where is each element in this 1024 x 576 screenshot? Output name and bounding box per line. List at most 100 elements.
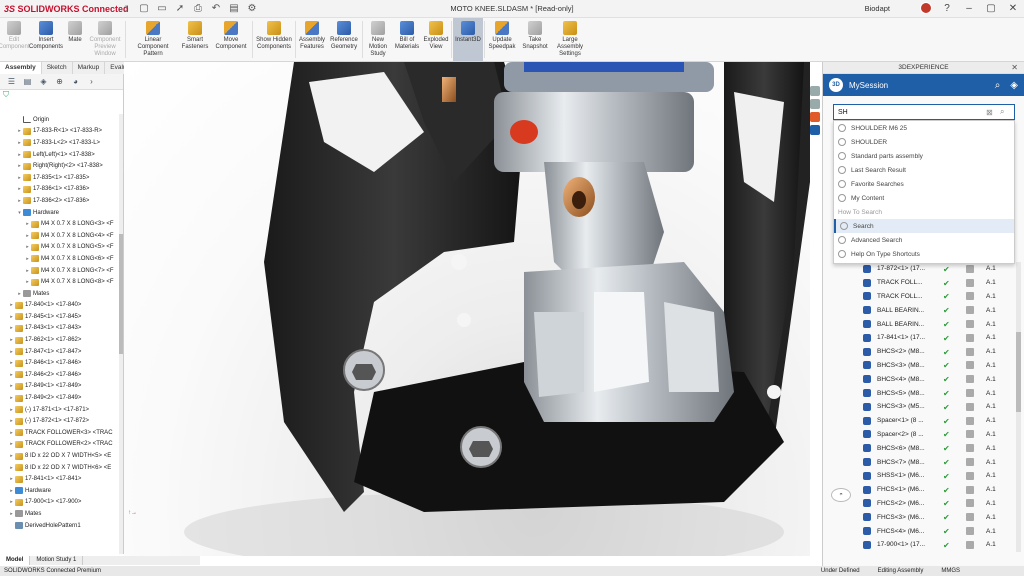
tree-row[interactable]: ▸ 17-841<1> <17-841> xyxy=(0,473,120,485)
lock-icon[interactable] xyxy=(966,458,974,467)
expand-arrow-icon[interactable]: ▸ xyxy=(16,175,23,181)
expand-arrow-icon[interactable]: ▸ xyxy=(8,465,15,471)
dropdown-item[interactable]: SHOULDER xyxy=(834,135,1014,149)
home-icon[interactable]: ⌂ xyxy=(120,3,132,15)
tree-row[interactable]: ▸ 17-835<1> <17-835> xyxy=(0,172,120,184)
list-item[interactable]: FHCS<1> (M6... ✔ A.1 xyxy=(823,483,1024,497)
lock-icon[interactable] xyxy=(966,485,974,494)
configuration-icon[interactable]: ◈ xyxy=(38,76,49,87)
tree-row[interactable]: ▸ M4 X 0.7 X 8 LONG<6> <F xyxy=(0,253,120,265)
dimxpert-icon[interactable]: ⊕ xyxy=(54,76,65,87)
expand-arrow-icon[interactable]: ▾ xyxy=(16,210,23,216)
list-item[interactable]: Spacer<1> (8 ... ✔ A.1 xyxy=(823,414,1024,428)
tree-row[interactable]: ▸ TRACK FOLLOWER<2> <TRAC xyxy=(0,439,120,451)
3dexperience-icon[interactable] xyxy=(810,125,820,135)
tree-row[interactable]: Origin xyxy=(0,114,120,126)
rebuild-icon[interactable]: ▤ xyxy=(228,3,240,15)
minimize-button[interactable]: – xyxy=(962,3,976,14)
lock-icon[interactable] xyxy=(966,540,974,549)
dropdown-item[interactable]: Help On Type Shortcuts xyxy=(834,247,1014,261)
lock-icon[interactable] xyxy=(966,430,974,439)
tree-row[interactable]: ▸ 17-840<1> <17-840> xyxy=(0,300,120,312)
tree-row[interactable]: ▸ 17-833-R<1> <17-833-R> xyxy=(0,126,120,138)
list-scrollbar[interactable] xyxy=(1016,262,1021,552)
dropdown-item[interactable]: Advanced Search xyxy=(834,233,1014,247)
lock-icon[interactable] xyxy=(966,471,974,480)
expand-arrow-icon[interactable]: ▸ xyxy=(24,268,31,274)
ribbon-button[interactable]: Instant3D xyxy=(453,18,483,61)
expand-arrow-icon[interactable]: ▸ xyxy=(24,256,31,262)
expand-arrow-icon[interactable]: ▸ xyxy=(8,476,15,482)
feature-tree-icon[interactable]: ☰ xyxy=(6,76,17,87)
lock-icon[interactable] xyxy=(966,402,974,411)
design-library-icon[interactable] xyxy=(810,99,820,109)
expand-arrow-icon[interactable]: ▸ xyxy=(16,291,23,297)
list-item[interactable]: BHCS<5> (M8... ✔ A.1 xyxy=(823,386,1024,400)
app-logo[interactable]: 3S SOLIDWORKS Connected xyxy=(0,4,129,14)
expand-arrow-icon[interactable]: ▸ xyxy=(8,453,15,459)
ribbon-button[interactable]: Insert Components xyxy=(28,18,64,61)
list-item[interactable]: FHCS<3> (M6... ✔ A.1 xyxy=(823,510,1024,524)
tree-row[interactable]: ▸ (-) 17-872<1> <17-872> xyxy=(0,415,120,427)
expand-arrow-icon[interactable]: ▸ xyxy=(16,128,23,134)
lock-icon[interactable] xyxy=(966,306,974,315)
session-selector[interactable]: MySession xyxy=(849,81,985,90)
list-item[interactable]: FHCS<4> (M6... ✔ A.1 xyxy=(823,524,1024,538)
expand-arrow-icon[interactable]: ▸ xyxy=(8,349,15,355)
list-item[interactable]: SHCS<3> (M5... ✔ A.1 xyxy=(823,400,1024,414)
list-item[interactable]: TRACK FOLL... ✔ A.1 xyxy=(823,276,1024,290)
tree-row[interactable]: ▸ Right(Right)<2> <17-838> xyxy=(0,160,120,172)
list-item[interactable]: Spacer<2> (8 ... ✔ A.1 xyxy=(823,428,1024,442)
tree-row[interactable]: ▸ Mates xyxy=(0,288,120,300)
lock-icon[interactable] xyxy=(966,499,974,508)
property-manager-icon[interactable]: ▤ xyxy=(22,76,33,87)
ribbon-button[interactable]: Smart Fasteners xyxy=(179,18,211,61)
tree-row[interactable]: ▸ Mates xyxy=(0,508,120,520)
tree-row[interactable]: ▸ 8 ID x 22 OD X 7 WIDTH<6> <E xyxy=(0,462,120,474)
expand-arrow-icon[interactable]: ▸ xyxy=(16,198,23,204)
lock-icon[interactable] xyxy=(966,264,974,273)
resources-icon[interactable] xyxy=(810,86,820,96)
search-input[interactable]: SH ⊠ ⌕ xyxy=(833,104,1015,120)
dropdown-item[interactable]: Standard parts assembly xyxy=(834,149,1014,163)
expand-arrow-icon[interactable]: ▸ xyxy=(8,441,15,447)
search-icon[interactable]: ⌕ xyxy=(995,80,1001,91)
tree-row[interactable]: ▸ M4 X 0.7 X 8 LONG<3> <F xyxy=(0,218,120,230)
restore-button[interactable]: ▢ xyxy=(984,3,998,14)
appearances-icon[interactable] xyxy=(810,112,820,122)
tree-row[interactable]: ▸ 17-836<2> <17-836> xyxy=(0,195,120,207)
print-icon[interactable]: ⎙ xyxy=(192,3,204,15)
tree-row[interactable]: ▸ TRACK FOLLOWER<3> <TRAC xyxy=(0,427,120,439)
new-document-icon[interactable]: ▢ xyxy=(138,3,150,15)
display-manager-icon[interactable]: ◕ xyxy=(70,76,81,87)
lock-icon[interactable] xyxy=(966,292,974,301)
lock-icon[interactable] xyxy=(966,416,974,425)
list-item[interactable]: BHCS<3> (M8... ✔ A.1 xyxy=(823,359,1024,373)
dropdown-item[interactable]: My Content xyxy=(834,191,1014,205)
expand-arrow-icon[interactable]: ▸ xyxy=(8,499,15,505)
tree-row[interactable]: ▾ Hardware xyxy=(0,207,120,219)
ribbon-button[interactable]: Take Snapshot xyxy=(518,18,552,61)
bottom-tab[interactable]: Model xyxy=(0,556,31,565)
tree-row[interactable]: ▸ 17-846<1> <17-846> xyxy=(0,357,120,369)
dropdown-item[interactable]: Last Search Result xyxy=(834,163,1014,177)
tree-row[interactable]: ▸ M4 X 0.7 X 8 LONG<4> <F xyxy=(0,230,120,242)
expand-arrow-icon[interactable]: ▸ xyxy=(8,383,15,389)
tree-scrollbar[interactable] xyxy=(119,114,123,554)
list-item[interactable]: 17-900<1> (17... ✔ A.1 xyxy=(823,538,1024,552)
tag-icon[interactable]: ◈ xyxy=(1010,80,1018,91)
expand-arrow-icon[interactable]: ▸ xyxy=(16,152,23,158)
expand-arrow-icon[interactable]: ▸ xyxy=(16,140,23,146)
status-units[interactable]: MMGS xyxy=(941,568,960,574)
expand-arrow-icon[interactable]: ▸ xyxy=(24,233,31,239)
bottom-tab[interactable]: Motion Study 1 xyxy=(30,556,84,565)
expand-arrow-icon[interactable]: ▸ xyxy=(24,279,31,285)
lock-icon[interactable] xyxy=(966,513,974,522)
tree-row[interactable]: ▸ M4 X 0.7 X 8 LONG<7> <F xyxy=(0,265,120,277)
list-item[interactable]: TRACK FOLL... ✔ A.1 xyxy=(823,290,1024,304)
tree-row[interactable]: ▸ 8 ID x 22 OD X 7 WIDTH<5> <E xyxy=(0,450,120,462)
tree-row[interactable]: ▸ Hardware xyxy=(0,485,120,497)
expand-arrow-icon[interactable]: ▸ xyxy=(24,221,31,227)
expand-arrow-icon[interactable]: ▸ xyxy=(8,407,15,413)
lock-icon[interactable] xyxy=(966,320,974,329)
